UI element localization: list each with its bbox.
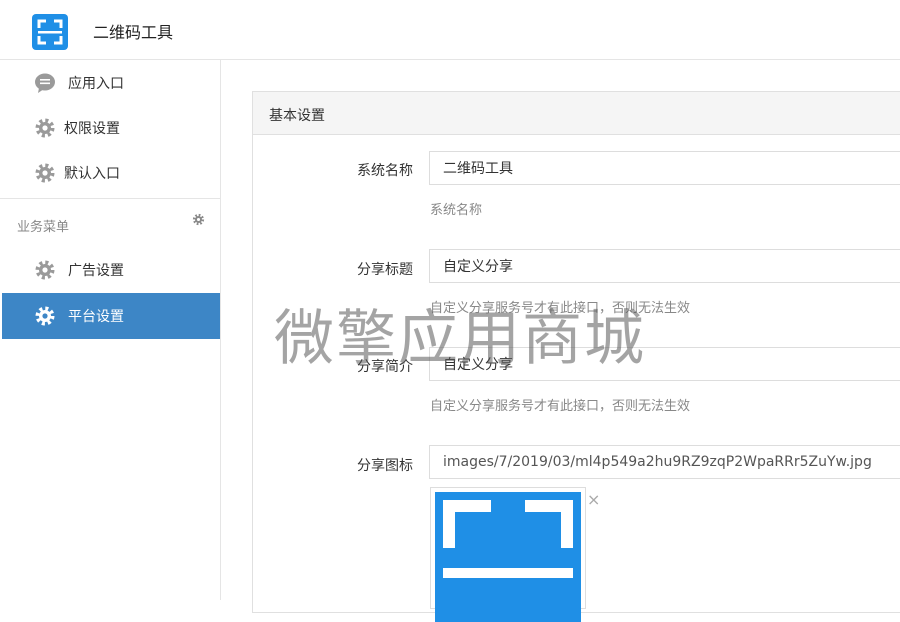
system-name-label: 系统名称 bbox=[357, 163, 413, 179]
remove-image-icon[interactable]: × bbox=[587, 490, 600, 509]
system-name-help: 系统名称 bbox=[430, 203, 483, 218]
sidebar-divider bbox=[0, 198, 220, 199]
chat-bubble-icon bbox=[35, 73, 55, 93]
sidebar-item-label: 广告设置 bbox=[68, 263, 124, 279]
share-desc-help: 自定义分享服务号才有此接口，否则无法生效 bbox=[430, 399, 691, 414]
share-desc-input[interactable] bbox=[429, 347, 900, 381]
qr-scan-logo-icon bbox=[32, 14, 68, 50]
panel-title: 基本设置 bbox=[269, 108, 325, 124]
gear-icon bbox=[35, 306, 55, 326]
sidebar-item-app-entry[interactable]: 应用入口 bbox=[2, 60, 220, 106]
sidebar-item-label: 权限设置 bbox=[64, 121, 120, 137]
share-icon-preview bbox=[430, 487, 586, 622]
gear-icon[interactable] bbox=[192, 213, 205, 226]
system-name-input[interactable] bbox=[429, 151, 900, 185]
gear-icon bbox=[35, 118, 55, 138]
panel-header: 基本设置 bbox=[253, 92, 900, 135]
top-bar: 二维码工具 bbox=[0, 0, 900, 60]
sidebar-item-label: 平台设置 bbox=[68, 309, 124, 325]
sidebar-item-label: 应用入口 bbox=[68, 76, 124, 92]
sidebar-item-ad-settings[interactable]: 广告设置 bbox=[2, 247, 220, 293]
section-label: 业务菜单 bbox=[17, 220, 70, 235]
share-title-input[interactable] bbox=[429, 249, 900, 283]
app-title: 二维码工具 bbox=[93, 23, 174, 42]
sidebar-item-platform-settings[interactable]: 平台设置 bbox=[2, 293, 220, 339]
gear-icon bbox=[35, 163, 55, 183]
share-desc-label: 分享简介 bbox=[357, 359, 413, 375]
sidebar-item-default-entry[interactable]: 默认入口 bbox=[2, 150, 220, 196]
qr-scan-image-icon bbox=[435, 492, 581, 622]
sidebar: 应用入口 权限设置 默认入口 业务菜单 广告设置 平台设置 bbox=[0, 60, 221, 600]
share-title-help: 自定义分享服务号才有此接口，否则无法生效 bbox=[430, 301, 691, 316]
share-icon-label: 分享图标 bbox=[357, 458, 413, 474]
sidebar-item-label: 默认入口 bbox=[64, 166, 120, 182]
share-icon-path-input[interactable] bbox=[429, 445, 900, 479]
share-title-label: 分享标题 bbox=[357, 262, 413, 278]
gear-icon bbox=[35, 260, 55, 280]
sidebar-item-permissions[interactable]: 权限设置 bbox=[2, 105, 220, 151]
